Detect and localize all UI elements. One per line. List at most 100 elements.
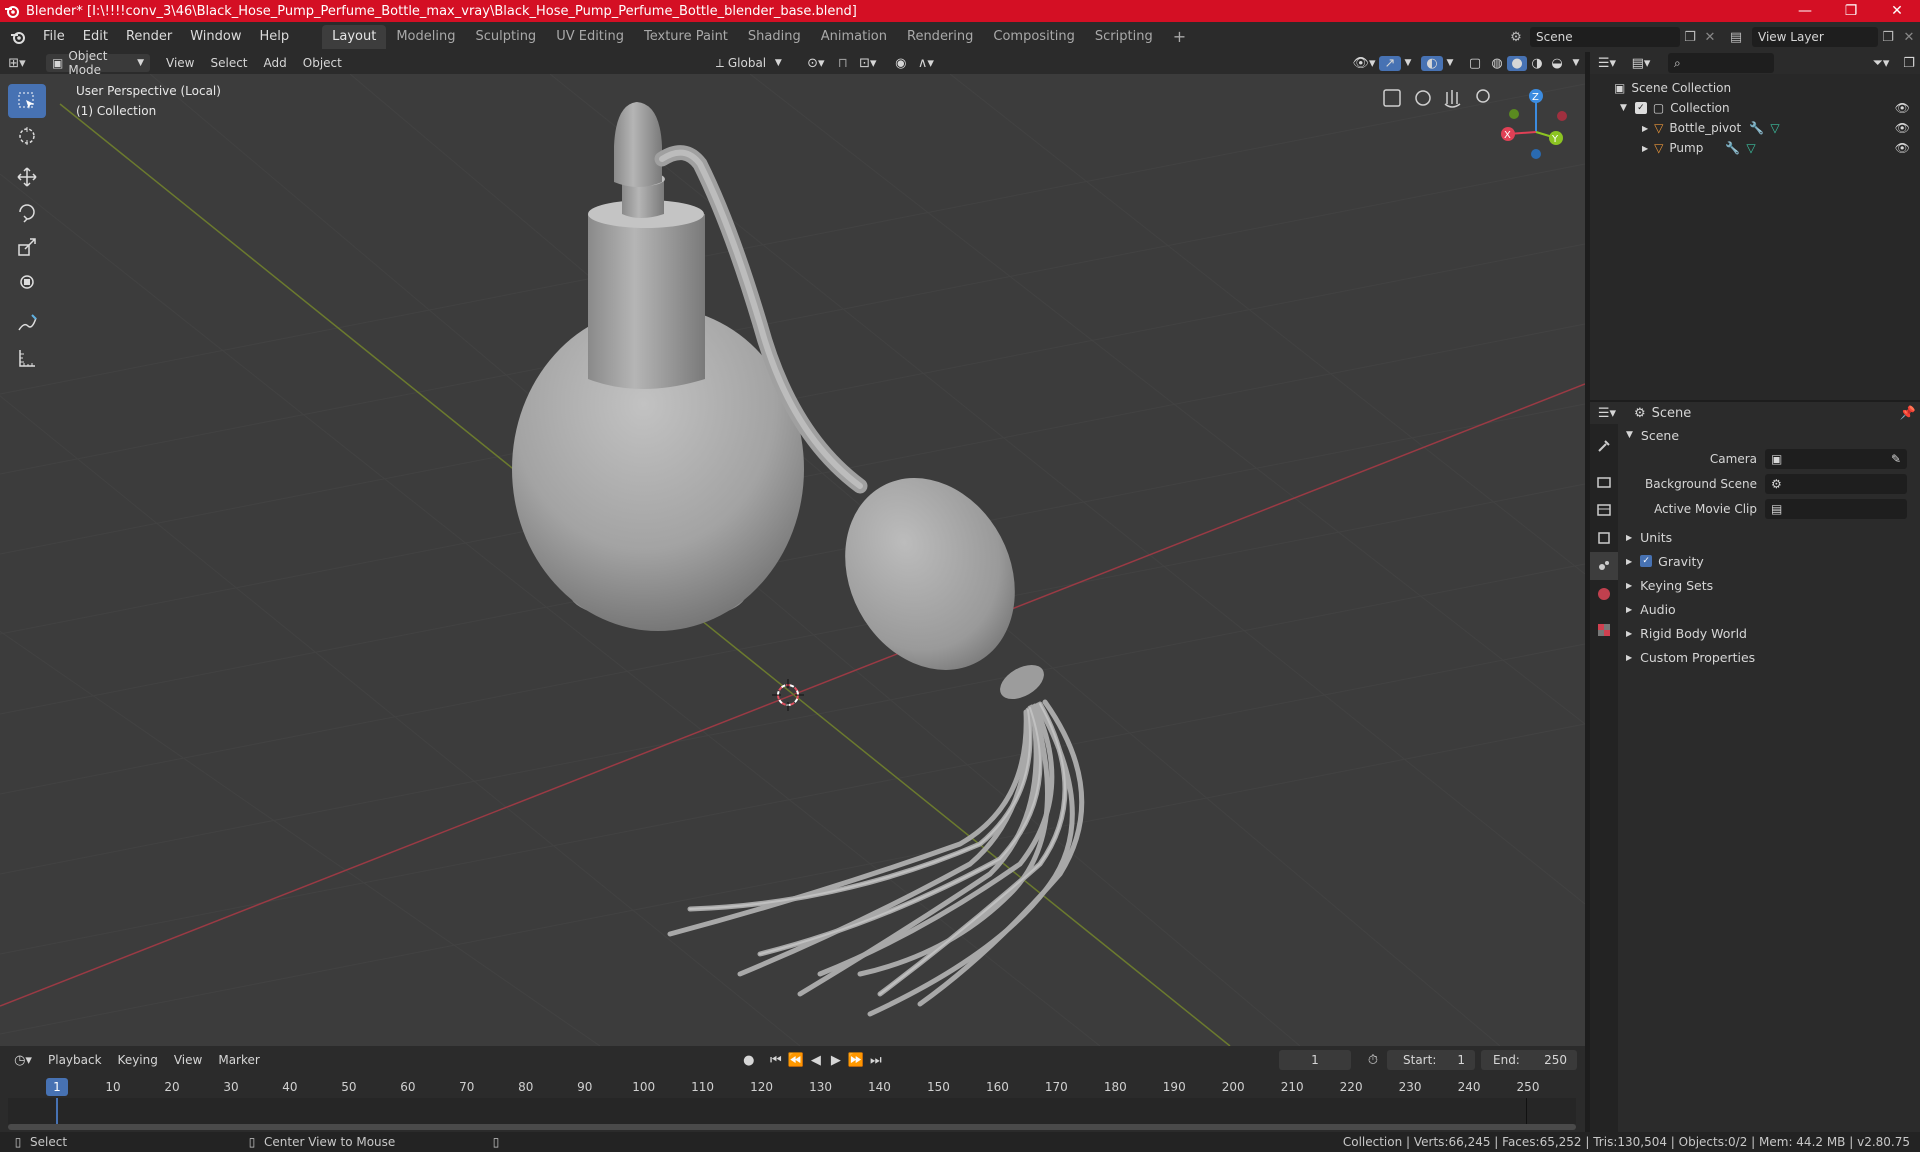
rigid-body-world-panel-header[interactable]: ▶ Rigid Body World (1622, 621, 1920, 645)
close-button[interactable]: ✕ (1874, 3, 1920, 19)
timeline-ruler[interactable]: 1102030405060708090100110120130140150160… (8, 1076, 1576, 1098)
units-panel-header[interactable]: ▶ Units (1622, 525, 1920, 549)
pivot-point-icon[interactable]: ⊙▾ (800, 56, 832, 71)
gravity-panel-header[interactable]: ▶ ✓ Gravity (1622, 549, 1920, 573)
active-movie-clip-field[interactable]: ▤ (1765, 498, 1907, 519)
outliner-search-input[interactable]: ⌕ (1668, 53, 1774, 73)
tab-texture[interactable] (1590, 616, 1618, 644)
3d-cursor-icon[interactable] (772, 679, 804, 711)
gravity-checkbox[interactable]: ✓ (1640, 555, 1653, 567)
shading-dropdown-icon[interactable]: ▼ (1567, 58, 1585, 68)
play-reverse-button[interactable]: ◀ (806, 1053, 826, 1068)
scene-panel-header[interactable]: ▼ Scene (1622, 424, 1920, 446)
material-shading-icon[interactable]: ◑ (1527, 56, 1547, 71)
custom-properties-panel-header[interactable]: ▶ Custom Properties (1622, 645, 1920, 669)
audio-panel-header[interactable]: ▶ Audio (1622, 597, 1920, 621)
next-keyframe-button[interactable]: ⏩ (846, 1053, 866, 1068)
scene-icon[interactable]: ⚙ (1502, 30, 1530, 45)
timeline-track-area[interactable] (8, 1098, 1576, 1124)
menu-add[interactable]: Add (256, 52, 295, 74)
menu-playback[interactable]: Playback (40, 1049, 110, 1071)
current-frame-field[interactable]: 1 (1279, 1050, 1351, 1070)
collection-checkbox[interactable]: ✓ (1634, 102, 1647, 114)
bottle-model[interactable] (512, 102, 868, 631)
minimize-button[interactable]: — (1782, 3, 1828, 19)
xray-icon[interactable]: ▢ (1463, 56, 1487, 71)
rendered-shading-icon[interactable]: ◒ (1547, 56, 1567, 71)
play-button[interactable]: ▶ (826, 1053, 846, 1068)
transform-tool[interactable] (8, 265, 46, 299)
background-scene-field[interactable]: ⚙ (1765, 473, 1907, 494)
editor-type-icon[interactable]: ☰▾ (1590, 56, 1624, 71)
tab-sculpting[interactable]: Sculpting (465, 25, 546, 49)
object-mode-dropdown[interactable]: ▣ Object Mode ▼ (46, 49, 150, 77)
overlay-toggle-icon[interactable]: ◐ (1421, 55, 1443, 71)
playhead[interactable]: 1 (46, 1078, 68, 1096)
toggle-perspective-icon[interactable] (1383, 89, 1401, 107)
outliner-object-bottle-pivot[interactable]: ▶ ▽ Bottle_pivot 🔧 ▽ 👁 (1590, 118, 1920, 138)
editor-type-icon[interactable]: ☰▾ (1590, 406, 1624, 421)
menu-edit[interactable]: Edit (74, 22, 117, 52)
editor-type-icon[interactable]: ⊞▾ (0, 56, 34, 71)
menu-view[interactable]: View (166, 1049, 210, 1071)
blender-menu-icon[interactable] (10, 29, 26, 45)
menu-marker[interactable]: Marker (210, 1049, 267, 1071)
falloff-icon[interactable]: ∧▾ (912, 56, 940, 71)
display-mode-icon[interactable]: ▤▾ (1624, 56, 1658, 71)
keying-sets-panel-header[interactable]: ▶ Keying Sets (1622, 573, 1920, 597)
new-scene-icon[interactable]: ❐ (1680, 30, 1700, 45)
tab-compositing[interactable]: Compositing (983, 25, 1085, 49)
navigation-gizmo[interactable]: Z X Y (1501, 89, 1567, 159)
menu-file[interactable]: File (34, 22, 74, 52)
menu-view[interactable]: View (158, 52, 202, 74)
collapse-arrow-icon[interactable]: ▼ (1620, 103, 1627, 113)
snap-target-icon[interactable]: ⊡▾ (854, 56, 882, 71)
record-button[interactable]: ● (738, 1053, 760, 1068)
scene-selector[interactable]: Scene (1530, 27, 1680, 47)
rotate-tool[interactable] (8, 195, 46, 229)
visibility-eye-icon[interactable]: 👁 (1895, 101, 1910, 115)
select-box-tool[interactable] (8, 84, 46, 118)
camera-view-icon[interactable] (1415, 90, 1431, 106)
snap-icon[interactable]: ⊓ (832, 56, 854, 71)
view-layer-icon[interactable]: ▤ (1720, 30, 1752, 45)
menu-select[interactable]: Select (202, 52, 255, 74)
measure-tool[interactable] (8, 341, 46, 375)
tab-view-layer[interactable] (1590, 524, 1618, 552)
pin-icon[interactable]: 📌 (1896, 406, 1920, 421)
tab-render[interactable] (1590, 468, 1618, 496)
eyedropper-icon[interactable]: ✎ (1891, 452, 1901, 466)
new-collection-icon[interactable]: ❐ (1898, 56, 1920, 71)
annotate-tool[interactable] (8, 306, 46, 340)
menu-object[interactable]: Object (295, 52, 350, 74)
expand-arrow-icon[interactable]: ▶ (1642, 144, 1648, 153)
tab-scene[interactable] (1590, 552, 1618, 580)
gizmo-toggle-icon[interactable]: ↗ (1379, 55, 1401, 71)
stopwatch-icon[interactable]: ⏱ (1359, 1053, 1387, 1068)
visibility-eye-icon[interactable]: 👁 (1895, 141, 1910, 155)
tab-rendering[interactable]: Rendering (897, 25, 983, 49)
editor-type-icon[interactable]: ◷▾ (6, 1053, 40, 1068)
tab-animation[interactable]: Animation (811, 25, 897, 49)
tab-output[interactable] (1590, 496, 1618, 524)
visibility-icon[interactable]: 👁▾ (1349, 56, 1379, 71)
prev-keyframe-button[interactable]: ⏪ (786, 1053, 806, 1068)
view-layer-selector[interactable]: View Layer (1752, 27, 1878, 47)
solid-shading-icon[interactable]: ● (1507, 55, 1527, 71)
expand-arrow-icon[interactable]: ▶ (1642, 124, 1648, 133)
pan-view-icon[interactable] (1444, 90, 1461, 108)
menu-help[interactable]: Help (251, 22, 299, 52)
scale-tool[interactable] (8, 230, 46, 264)
camera-field[interactable]: ▣ ✎ (1765, 448, 1907, 469)
menu-render[interactable]: Render (117, 22, 181, 52)
timeline-scrollbar[interactable] (8, 1124, 1576, 1130)
filter-icon[interactable]: ⏷▾ (1864, 56, 1898, 71)
proportional-edit-icon[interactable]: ◉ (890, 56, 912, 71)
gizmo-dropdown-icon[interactable]: ▼ (1401, 58, 1415, 68)
modifier-wrench-icon[interactable]: 🔧 (1749, 121, 1764, 135)
tab-layout[interactable]: Layout (322, 25, 387, 49)
transform-orientation-dropdown[interactable]: ⟂ Global ▼ (710, 54, 788, 72)
tab-texture-paint[interactable]: Texture Paint (634, 25, 738, 49)
wireframe-shading-icon[interactable]: ◍ (1487, 56, 1507, 71)
end-frame-field[interactable]: End: 250 (1481, 1050, 1577, 1070)
